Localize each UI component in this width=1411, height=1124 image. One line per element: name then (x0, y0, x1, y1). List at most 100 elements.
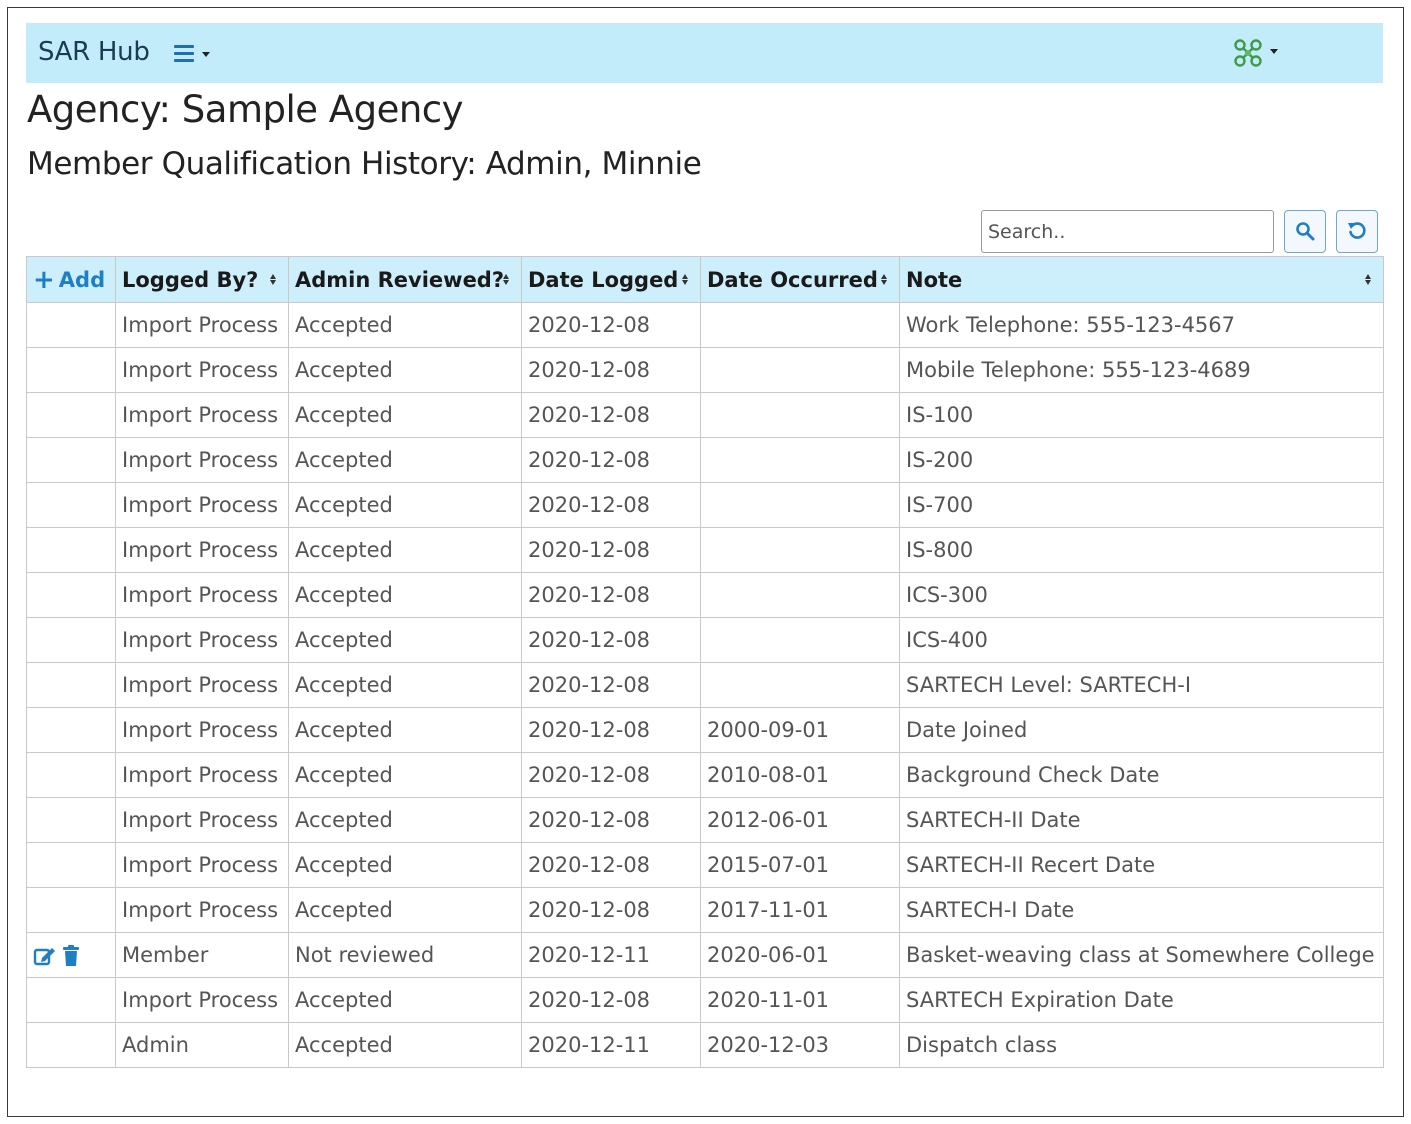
cell-admin-reviewed: Accepted (288, 887, 522, 933)
cell-logged-by: Import Process (115, 527, 289, 573)
cell-date-logged: 2020-12-08 (521, 797, 701, 843)
reset-button[interactable] (1336, 210, 1378, 253)
cell-date-logged: 2020-12-08 (521, 887, 701, 933)
cell-note: IS-200 (899, 437, 1384, 483)
add-button-label: Add (58, 267, 106, 292)
cell-admin-reviewed: Accepted (288, 1022, 522, 1068)
cell-date-logged: 2020-12-08 (521, 347, 701, 393)
cell-date-occurred: 2000-09-01 (700, 707, 900, 753)
cell-actions (26, 932, 116, 978)
cell-date-logged: 2020-12-08 (521, 752, 701, 798)
cell-logged-by: Import Process (115, 977, 289, 1023)
column-header-label: Date Occurred (707, 267, 878, 292)
cell-note: Basket-weaving class at Somewhere Colleg… (899, 932, 1384, 978)
cell-actions (26, 1022, 116, 1068)
sort-icon (682, 274, 688, 286)
cell-admin-reviewed: Accepted (288, 572, 522, 618)
cell-date-logged: 2020-12-08 (521, 572, 701, 618)
cell-date-logged: 2020-12-08 (521, 707, 701, 753)
cell-actions (26, 392, 116, 438)
cell-date-logged: 2020-12-08 (521, 392, 701, 438)
table-row: Import Process Accepted 2020-12-08 2015-07-… (26, 842, 1384, 888)
cell-logged-by: Import Process (115, 572, 289, 618)
cell-date-logged: 2020-12-08 (521, 527, 701, 573)
cell-admin-reviewed: Accepted (288, 347, 522, 393)
cell-admin-reviewed: Accepted (288, 392, 522, 438)
column-header-label: Admin Reviewed? (295, 267, 505, 292)
column-header-logged-by[interactable]: Logged By? (115, 256, 289, 303)
sort-icon (881, 274, 887, 286)
cell-date-occurred: 2020-11-01 (700, 977, 900, 1023)
hamburger-menu-icon (174, 45, 194, 66)
cell-actions (26, 527, 116, 573)
sort-icon (270, 274, 276, 286)
cell-logged-by: Import Process (115, 797, 289, 843)
cell-date-occurred (700, 572, 900, 618)
cell-date-occurred (700, 302, 900, 348)
cell-date-occurred (700, 437, 900, 483)
cell-date-logged: 2020-12-08 (521, 437, 701, 483)
cell-actions (26, 482, 116, 528)
cell-logged-by: Admin (115, 1022, 289, 1068)
cell-admin-reviewed: Accepted (288, 752, 522, 798)
table-row: Import Process Accepted 2020-12-08 Work Tel… (26, 302, 1384, 348)
cell-actions (26, 752, 116, 798)
cell-date-logged: 2020-12-08 (521, 662, 701, 708)
column-header-admin-reviewed[interactable]: Admin Reviewed? (288, 256, 522, 303)
add-button[interactable]: + Add (33, 267, 105, 293)
cell-date-logged: 2020-12-08 (521, 842, 701, 888)
cell-admin-reviewed: Accepted (288, 707, 522, 753)
table-row: Import Process Accepted 2020-12-08 Mobile T… (26, 347, 1384, 393)
cell-logged-by: Import Process (115, 347, 289, 393)
search-input[interactable] (981, 210, 1274, 253)
cell-date-occurred: 2012-06-01 (700, 797, 900, 843)
table-row: Import Process Accepted 2020-12-08 2017-11-… (26, 887, 1384, 933)
cell-note: SARTECH-I Date (899, 887, 1384, 933)
cell-note: ICS-300 (899, 572, 1384, 618)
cell-note: IS-100 (899, 392, 1384, 438)
table-header-row: + Add Logged By? Admin Reviewed? Date Lo… (26, 256, 1384, 303)
cell-actions (26, 797, 116, 843)
table-row: Import Process Accepted 2020-12-08 IS-800 (26, 527, 1384, 573)
cell-logged-by: Import Process (115, 887, 289, 933)
cell-date-logged: 2020-12-08 (521, 482, 701, 528)
cell-admin-reviewed: Accepted (288, 662, 522, 708)
qualification-history-table: + Add Logged By? Admin Reviewed? Date Lo… (26, 256, 1384, 1068)
edit-icon[interactable] (33, 945, 57, 967)
table-row: Import Process Accepted 2020-12-08 IS-200 (26, 437, 1384, 483)
brand-title[interactable]: SAR Hub (38, 37, 150, 67)
trash-icon[interactable] (61, 945, 81, 967)
cell-logged-by: Import Process (115, 662, 289, 708)
main-menu-dropdown[interactable] (174, 41, 218, 67)
caret-down-icon (1270, 49, 1278, 54)
cell-note: SARTECH-II Recert Date (899, 842, 1384, 888)
agency-logo-dropdown[interactable] (1230, 35, 1282, 71)
cell-logged-by: Import Process (115, 707, 289, 753)
cell-date-occurred (700, 617, 900, 663)
add-column-header: + Add (26, 256, 116, 303)
column-header-date-logged[interactable]: Date Logged (521, 256, 701, 303)
cell-admin-reviewed: Accepted (288, 527, 522, 573)
table-row: Import Process Accepted 2020-12-08 ICS-400 (26, 617, 1384, 663)
cell-date-occurred (700, 527, 900, 573)
cell-actions (26, 572, 116, 618)
table-row: Import Process Accepted 2020-12-08 IS-100 (26, 392, 1384, 438)
cell-admin-reviewed: Accepted (288, 302, 522, 348)
cell-logged-by: Import Process (115, 482, 289, 528)
search-button[interactable] (1284, 210, 1326, 253)
column-header-note[interactable]: Note (899, 256, 1384, 303)
cell-date-occurred: 2015-07-01 (700, 842, 900, 888)
cell-logged-by: Member (115, 932, 289, 978)
column-header-date-occurred[interactable]: Date Occurred (700, 256, 900, 303)
cell-actions (26, 842, 116, 888)
cell-note: Mobile Telephone: 555-123-4689 (899, 347, 1384, 393)
table-row: Import Process Accepted 2020-12-08 2012-06-… (26, 797, 1384, 843)
cell-actions (26, 662, 116, 708)
cell-note: SARTECH Expiration Date (899, 977, 1384, 1023)
sort-icon (503, 274, 509, 286)
cell-date-occurred (700, 392, 900, 438)
cell-date-occurred (700, 662, 900, 708)
table-row: Import Process Accepted 2020-12-08 2010-08-… (26, 752, 1384, 798)
table-row: Import Process Accepted 2020-12-08 SARTECH … (26, 662, 1384, 708)
cell-admin-reviewed: Accepted (288, 482, 522, 528)
